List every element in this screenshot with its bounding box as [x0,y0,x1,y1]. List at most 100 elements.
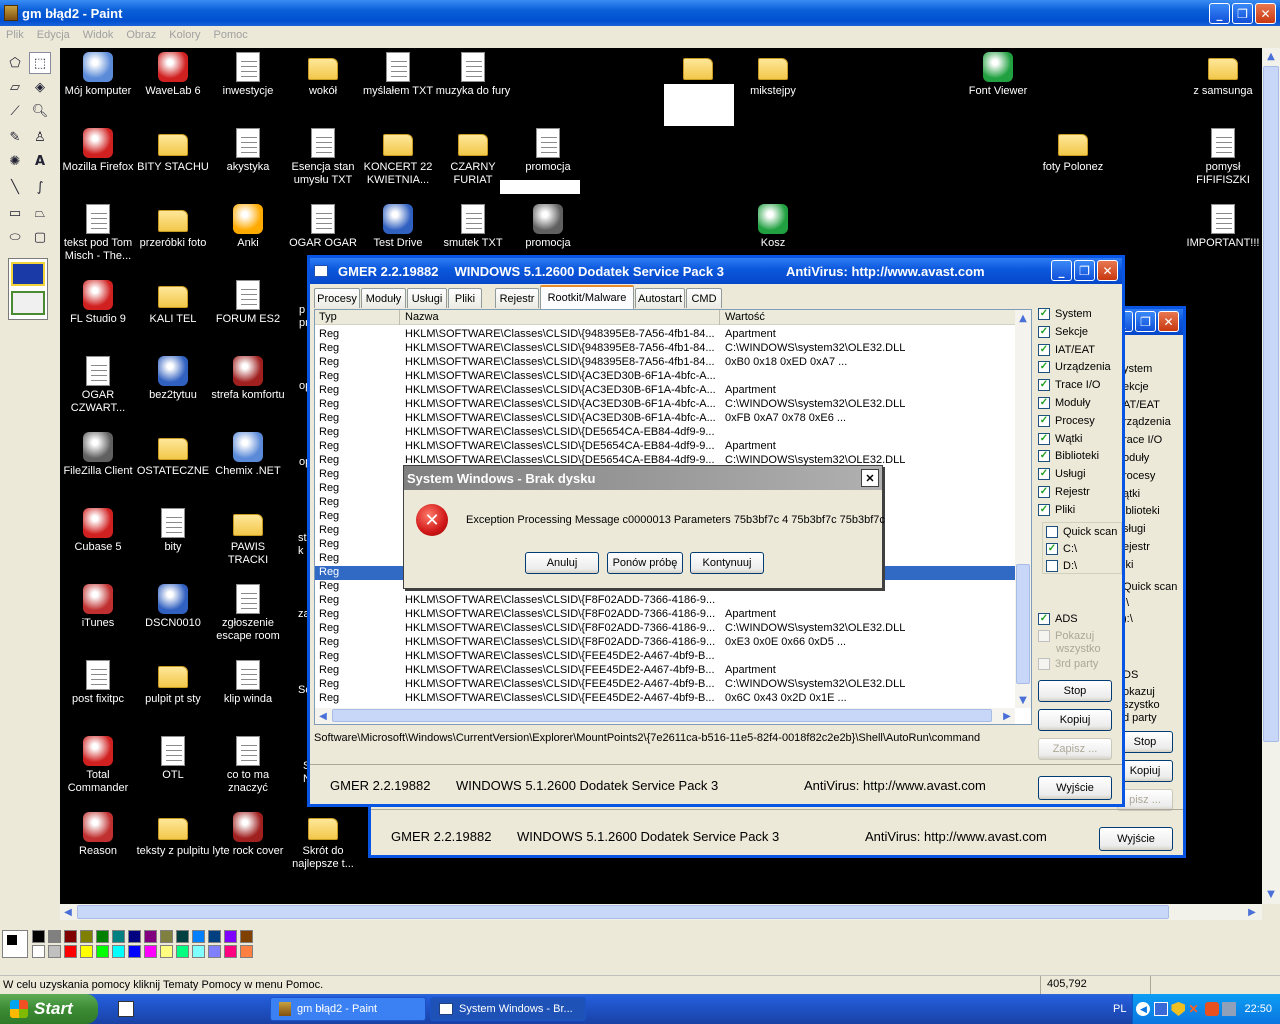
palette-swatch[interactable] [96,930,109,943]
tab-autostart[interactable]: Autostart [635,288,685,308]
palette-swatch[interactable] [144,945,157,958]
tab-cmd[interactable]: CMD [686,288,722,308]
checkbox-icon[interactable]: ✓ [1038,503,1050,516]
drive-c-checkbox[interactable]: ✓ C:\ [1046,543,1077,555]
desktop-icon[interactable]: OGAR CZWART... [60,356,136,415]
desktop-icon[interactable]: promocja [510,128,586,174]
desktop-icon[interactable]: smutek TXT [435,204,511,250]
checkbox-icon[interactable]: ✓ [1038,308,1050,320]
checkbox-icon[interactable]: ✓ [1038,432,1050,445]
checkbox-icon[interactable]: ✓ [1046,543,1058,555]
checkbox-icon[interactable]: ✓ [1038,361,1050,374]
list-hscroll-thumb[interactable] [332,709,992,722]
maximize-button[interactable]: ❐ [1232,3,1253,24]
list-vscroll-thumb[interactable] [1016,564,1030,684]
palette-swatch[interactable] [96,945,109,958]
alert-icon[interactable]: ✕ [1188,1002,1202,1016]
palette-swatch[interactable] [48,930,61,943]
desktop-icon[interactable]: teksty z pulpitu [135,812,211,858]
list-vscrollbar[interactable]: ▲ ▼ [1015,310,1031,708]
ads-checkbox[interactable]: ✓ ADS [1038,613,1078,625]
drive-d-checkbox[interactable]: D:\ [1046,560,1077,572]
desktop-icon[interactable] [660,52,736,85]
desktop-icon[interactable]: Cubase 5 [60,508,136,554]
palette-swatch[interactable] [112,945,125,958]
paint-app-icon[interactable] [4,5,18,21]
palette-swatch[interactable] [80,945,93,958]
palette-swatch[interactable] [112,930,125,943]
color-picker-tool-icon[interactable]: ⟋ [4,100,26,122]
desktop-icon[interactable]: bity [135,508,211,554]
palette-swatch[interactable] [160,945,173,958]
table-row[interactable]: Reg HKLM\SOFTWARE\Classes\CLSID\{F8F02ADD… [315,622,1015,636]
gmer-maximize-button[interactable]: ❐ [1074,260,1095,281]
desktop-icon[interactable]: zgłoszenie escape room [210,584,286,643]
gmer-back-maximize-button[interactable]: ❐ [1135,311,1156,332]
palette-swatch[interactable] [64,930,77,943]
tab-uslugi[interactable]: Usługi [407,288,447,308]
desktop-icon[interactable]: FileZilla Client [60,432,136,478]
menu-plik[interactable]: Plik [6,29,24,41]
checkbox-icon[interactable] [1046,560,1058,572]
exit-button[interactable]: Wyjście [1038,776,1112,800]
desktop-icon[interactable]: iTunes [60,584,136,630]
palette-swatch[interactable] [128,945,141,958]
option-urz-dzenia[interactable]: ✓ Urządzenia [1038,361,1111,374]
table-row[interactable]: Reg HKLM\SOFTWARE\Classes\CLSID\{FEE45DE2… [315,692,1015,706]
desktop-icon[interactable]: post fixitpc [60,660,136,706]
desktop-icon[interactable]: wokół [285,52,361,98]
menu-pomoc[interactable]: Pomoc [213,29,247,41]
option-iat-eat[interactable]: ✓ IAT/EAT [1038,343,1095,356]
tab-rootkit-malware[interactable]: Rootkit/Malware [540,285,634,309]
palette-swatch[interactable] [176,945,189,958]
canvas-scroll-left-icon[interactable]: ◀ [60,904,76,920]
paint-canvas[interactable]: Mój komputer WaveLab 6 inwestycje wokół myśl… [60,48,1262,904]
desktop-icon[interactable]: muzyka do fury [435,52,511,98]
option-system[interactable]: ✓ System [1038,308,1092,320]
text-tool-icon[interactable]: A [29,150,51,172]
tab-moduly[interactable]: Moduły [361,288,406,308]
scroll-left-icon[interactable]: ◀ [315,708,331,724]
quick-scan-checkbox[interactable]: Quick scan [1046,526,1117,538]
palette-swatch[interactable] [160,930,173,943]
option-modu-y[interactable]: ✓ Moduły [1038,397,1090,409]
checkbox-icon[interactable]: ✓ [1038,397,1050,409]
palette-swatch[interactable] [240,945,253,958]
desktop-icon[interactable]: IMPORTANT!!! [1185,204,1261,250]
gmer-titlebar[interactable]: GMER 2.2.19882 WINDOWS 5.1.2600 Dodatek … [310,258,1122,284]
scroll-down-icon[interactable]: ▼ [1015,692,1031,708]
canvas-hscroll-thumb[interactable] [77,905,1169,919]
palette-swatch[interactable] [64,945,77,958]
table-row[interactable]: Reg HKLM\SOFTWARE\Classes\CLSID\{FEE45DE2… [315,678,1015,692]
desktop-icon[interactable]: PAWIS TRACKI [210,508,286,567]
table-row[interactable]: Reg HKLM\SOFTWARE\Classes\CLSID\{AC3ED30B… [315,412,1015,426]
table-row[interactable]: Reg HKLM\SOFTWARE\Classes\CLSID\{DE5654CA… [315,426,1015,440]
tool-options-panel[interactable] [8,258,48,320]
table-row[interactable]: Reg HKLM\SOFTWARE\Classes\CLSID\{948395E8… [315,342,1015,356]
desktop-icon[interactable]: co to ma znaczyć [210,736,286,795]
rect-select-tool-icon[interactable]: ⬚ [29,52,51,74]
desktop-icon[interactable]: KONCERT 22 KWIETNIA... [360,128,436,187]
desktop-icon[interactable]: bez2tytuu [135,356,211,402]
rounded-rect-tool-icon[interactable]: ▢ [29,226,51,248]
cancel-button[interactable]: Anuluj [525,552,599,574]
palette-swatch[interactable] [128,930,141,943]
desktop-icon[interactable]: Test Drive [360,204,436,250]
canvas-vscroll-thumb[interactable] [1263,66,1279,742]
table-row[interactable]: Reg HKLM\SOFTWARE\Classes\CLSID\{948395E8… [315,328,1015,342]
desktop-icon[interactable]: klip winda [210,660,286,706]
pencil-tool-icon[interactable]: ✎ [4,126,26,148]
free-select-tool-icon[interactable]: ⬠ [4,52,26,74]
palette-swatch[interactable] [80,930,93,943]
error-dialog[interactable]: System Windows - Brak dysku ✕ ✕ Exceptio… [403,465,885,589]
desktop-icon[interactable]: Anki [210,204,286,250]
list-hscrollbar[interactable]: ◀ ▶ [315,708,1015,724]
avast-icon[interactable] [1205,1002,1220,1016]
option-us-ugi[interactable]: ✓ Usługi [1038,468,1086,481]
option-rejestr[interactable]: ✓ Rejestr [1038,486,1090,498]
gmer-close-button[interactable]: ✕ [1097,260,1118,281]
desktop-icon[interactable]: Skrót do najlepsze t... [285,812,361,871]
gmer-back-close-button[interactable]: ✕ [1158,311,1179,332]
desktop-icon[interactable]: inwestycje [210,52,286,98]
taskbar-item-dialog[interactable]: System Windows - Br... [430,997,586,1021]
